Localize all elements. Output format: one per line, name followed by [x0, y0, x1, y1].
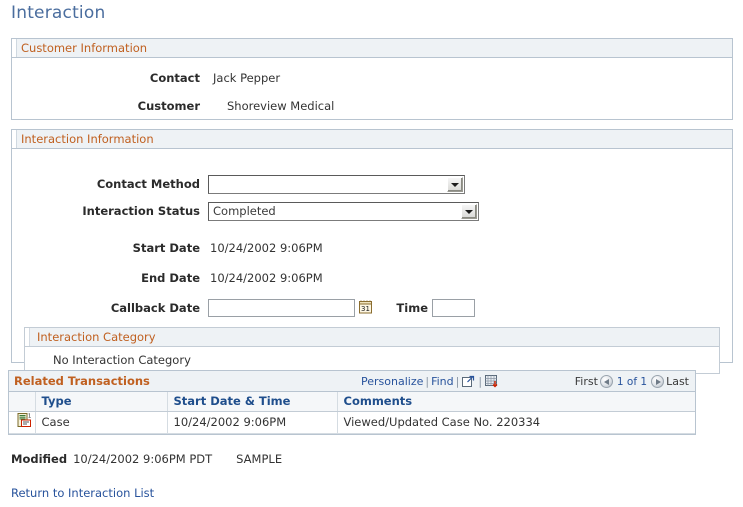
first-link[interactable]: First	[575, 375, 598, 388]
interaction-status-label: Interaction Status	[82, 204, 200, 218]
end-date-value: 10/24/2002 9:06PM	[210, 271, 323, 285]
return-to-interaction-list-link[interactable]: Return to Interaction List	[11, 486, 154, 500]
column-header-icon[interactable]	[9, 392, 36, 412]
contact-method-select[interactable]	[208, 175, 465, 194]
toolbar-separator-1: |	[425, 375, 430, 388]
toolbar-separator-2: |	[455, 375, 460, 388]
row-type-cell: Case	[35, 411, 168, 434]
chevron-down-icon[interactable]	[447, 177, 463, 192]
interaction-status-value: Completed	[213, 204, 276, 218]
customer-value: Shoreview Medical	[227, 99, 335, 113]
start-date-value: 10/24/2002 9:06PM	[210, 241, 323, 255]
interaction-information-panel: Interaction Information Contact Method I…	[11, 129, 733, 374]
callback-date-label: Callback Date	[110, 301, 200, 315]
svg-text:1: 1	[28, 414, 31, 420]
modified-user: SAMPLE	[236, 452, 283, 466]
time-label: Time	[396, 301, 428, 315]
row-start-date-time-cell: 10/24/2002 9:06PM	[167, 411, 338, 434]
personalize-link[interactable]: Personalize	[361, 375, 423, 388]
contact-method-label: Contact Method	[96, 177, 200, 191]
interaction-information-body: Contact Method Interaction Status Comple…	[12, 149, 732, 374]
customer-label: Customer	[137, 99, 200, 113]
svg-text:31: 31	[361, 305, 370, 313]
page-counter: 1 of 1	[616, 376, 648, 388]
new-window-icon[interactable]	[462, 374, 475, 395]
table-row[interactable]: 1 Case 10/24/2002 9:06PM Viewed/Updated …	[9, 411, 695, 434]
toolbar-separator-3: |	[478, 375, 483, 388]
related-transactions-header: Related Transactions Personalize | Find | |	[9, 371, 695, 392]
arrow-left-circle-icon[interactable]	[599, 375, 613, 388]
column-header-start-date-time[interactable]: Start Date & Time	[167, 392, 338, 412]
download-to-excel-icon[interactable]	[485, 374, 499, 395]
interaction-page: Interaction Customer Information Contact…	[0, 0, 743, 507]
customer-information-legend: Customer Information	[12, 39, 732, 58]
callback-date-input[interactable]	[208, 299, 355, 317]
callback-date-row: Callback Date	[12, 299, 732, 317]
interaction-status-select[interactable]: Completed	[208, 202, 479, 221]
interaction-information-legend: Interaction Information	[12, 130, 732, 149]
start-date-label: Start Date	[132, 241, 200, 255]
customer-field-row: Customer Shoreview Medical	[12, 97, 732, 115]
end-date-label: End Date	[141, 271, 200, 285]
calendar-icon[interactable]: 31	[359, 300, 372, 314]
arrow-right-circle-icon[interactable]	[651, 375, 665, 388]
contact-field-row: Contact Jack Pepper	[12, 69, 732, 87]
find-link[interactable]: Find	[431, 375, 454, 388]
modified-label: Modified	[11, 452, 68, 466]
chevron-down-icon[interactable]	[461, 204, 477, 219]
row-icon-cell[interactable]: 1	[9, 411, 36, 434]
last-link[interactable]: Last	[666, 375, 689, 388]
customer-information-panel: Customer Information Contact Jack Pepper…	[11, 38, 733, 120]
grid-toolbar: Personalize | Find | |	[361, 371, 500, 395]
transaction-detail-icon[interactable]: 1	[17, 413, 32, 431]
contact-label: Contact	[149, 71, 200, 85]
interaction-category-legend: Interaction Category	[25, 328, 719, 347]
customer-information-body: Contact Jack Pepper Customer Shoreview M…	[12, 58, 732, 119]
column-header-type[interactable]: Type	[35, 392, 168, 412]
contact-value: Jack Pepper	[213, 71, 281, 85]
interaction-category-panel: Interaction Category No Interaction Cate…	[24, 327, 720, 374]
page-title: Interaction	[11, 3, 106, 23]
modified-value: 10/24/2002 9:06PM PDT	[73, 452, 213, 466]
row-comments-cell: Viewed/Updated Case No. 220334	[337, 411, 695, 434]
modified-row: Modified 10/24/2002 9:06PM PDT SAMPLE	[11, 452, 282, 466]
related-transactions-grid: Related Transactions Personalize | Find | |	[8, 370, 696, 435]
start-date-row: Start Date 10/24/2002 9:06PM	[12, 239, 732, 257]
table-header-row: Type Start Date & Time Comments	[9, 392, 695, 412]
related-transactions-table: Type Start Date & Time Comments 1 Case 1…	[9, 392, 695, 434]
related-transactions-legend: Related Transactions	[14, 374, 150, 388]
time-input[interactable]	[432, 299, 475, 317]
end-date-row: End Date 10/24/2002 9:06PM	[12, 269, 732, 287]
grid-pagination: First 1 of 1 Last	[575, 371, 689, 393]
